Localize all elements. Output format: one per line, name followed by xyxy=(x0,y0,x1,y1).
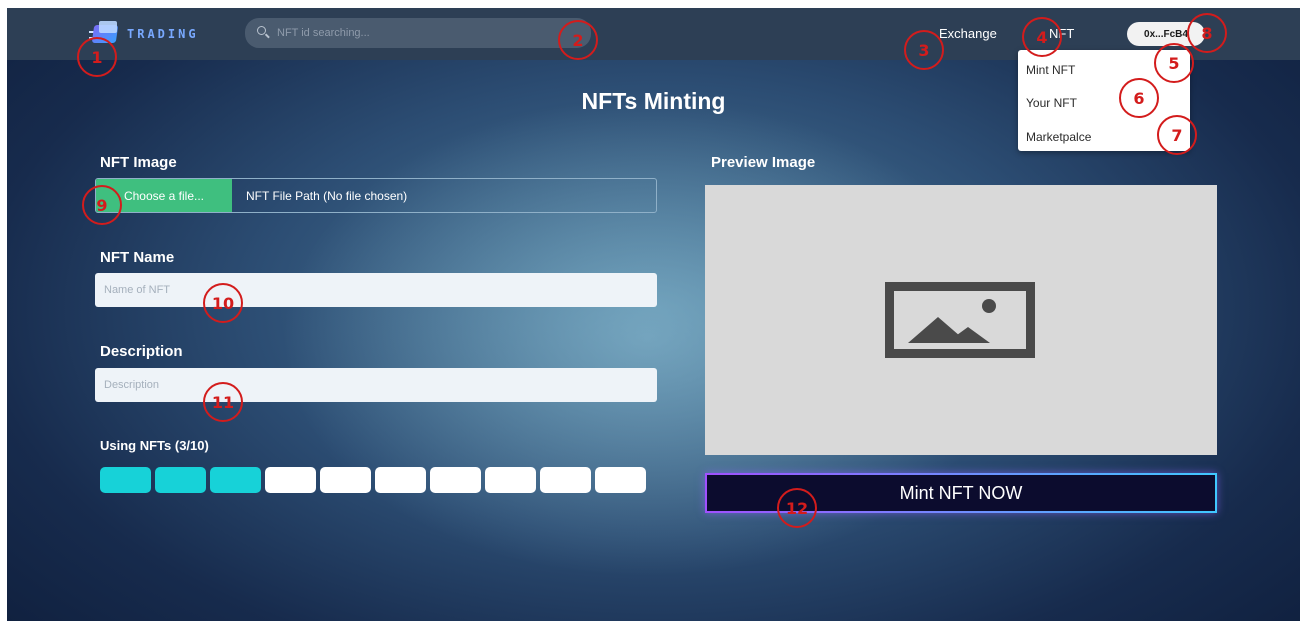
annotation-marker: 7 xyxy=(1157,115,1197,155)
annotation-marker: 1 xyxy=(77,37,117,77)
search-bar[interactable] xyxy=(245,18,591,48)
annotation-marker: 8 xyxy=(1187,13,1227,53)
usage-slot-used xyxy=(210,467,261,493)
annotation-marker: 3 xyxy=(904,30,944,70)
app-frame: TRADING Exchange NFT 0x...FcB4 Mint NFT … xyxy=(7,8,1300,621)
annotation-marker: 4 xyxy=(1022,17,1062,57)
usage-slot-free xyxy=(485,467,536,493)
image-placeholder-icon xyxy=(885,282,1035,358)
preview-image-label: Preview Image xyxy=(711,154,816,171)
menu-item-mint-nft[interactable]: Mint NFT xyxy=(1026,63,1075,77)
description-label: Description xyxy=(100,343,183,360)
usage-slot-used xyxy=(155,467,206,493)
usage-slot-free xyxy=(430,467,481,493)
page-title: NFTs Minting xyxy=(581,88,726,114)
logo-text: TRADING xyxy=(127,27,199,41)
nft-name-label: NFT Name xyxy=(100,249,175,266)
usage-slot-free xyxy=(540,467,591,493)
search-input[interactable] xyxy=(277,27,557,39)
usage-slot-free xyxy=(375,467,426,493)
usage-slot-free xyxy=(265,467,316,493)
annotation-marker: 10 xyxy=(203,283,243,323)
nav-exchange[interactable]: Exchange xyxy=(939,26,997,41)
nft-name-input[interactable] xyxy=(95,273,657,307)
nft-usage-meter xyxy=(100,467,646,493)
annotation-marker: 11 xyxy=(203,382,243,422)
annotation-marker: 5 xyxy=(1154,43,1194,83)
menu-item-marketplace[interactable]: Marketpalce xyxy=(1026,130,1091,144)
nft-image-label: NFT Image xyxy=(100,154,177,171)
nft-usage-label: Using NFTs (3/10) xyxy=(100,438,209,453)
annotation-marker: 12 xyxy=(777,488,817,528)
description-input[interactable] xyxy=(95,368,657,402)
usage-slot-free xyxy=(320,467,371,493)
annotation-marker: 9 xyxy=(82,185,122,225)
file-path-text: NFT File Path (No file chosen) xyxy=(246,188,408,203)
preview-image-area xyxy=(705,185,1217,455)
file-picker: Choose a file... NFT File Path (No file … xyxy=(95,178,657,213)
annotation-marker: 6 xyxy=(1119,78,1159,118)
usage-slot-free xyxy=(595,467,646,493)
usage-slot-used xyxy=(100,467,151,493)
annotation-marker: 2 xyxy=(558,20,598,60)
search-icon xyxy=(257,26,271,40)
